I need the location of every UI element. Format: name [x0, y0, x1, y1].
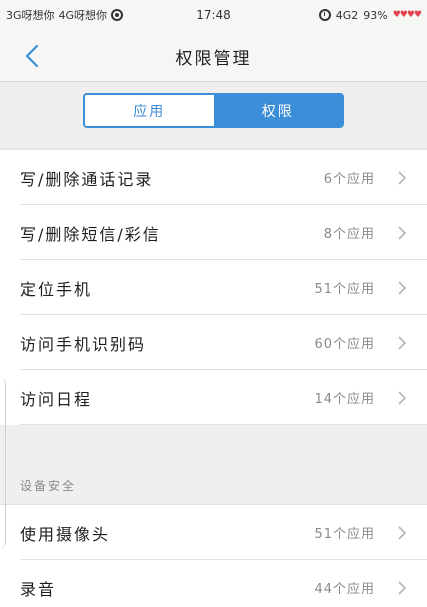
chevron-right-icon	[398, 390, 407, 405]
heart-battery-icon: ♥♥♥♥	[392, 10, 422, 20]
tab-apps[interactable]: 应用	[85, 95, 214, 126]
app-count: 14个应用	[314, 392, 375, 407]
app-count: 51个应用	[314, 282, 375, 297]
carrier-1: 3G呀想你	[6, 9, 55, 22]
app-header: 权限管理	[0, 30, 427, 82]
tab-permissions[interactable]: 权限	[213, 95, 342, 126]
app-count: 51个应用	[314, 527, 375, 542]
screen-edge-shadow	[0, 378, 6, 548]
app-count: 44个应用	[314, 582, 375, 597]
network-indicator: 4G2	[335, 8, 359, 22]
permission-row-device-id[interactable]: 访问手机识别码 60个应用	[0, 315, 427, 370]
permission-row-sms[interactable]: 写/删除短信/彩信 8个应用	[0, 205, 427, 260]
permission-label: 使用摄像头	[20, 524, 111, 544]
section-header-device-security: 设备安全	[0, 467, 427, 505]
permission-label: 定位手机	[20, 279, 93, 299]
permission-row-camera[interactable]: 使用摄像头 51个应用	[0, 505, 427, 560]
chevron-right-icon	[398, 280, 407, 295]
carrier-2: 4G呀想你	[58, 9, 108, 22]
chevron-right-icon	[398, 525, 407, 540]
chevron-right-icon	[398, 335, 407, 350]
permission-list: 写/删除通话记录 6个应用 写/删除短信/彩信 8个应用 定位手机 51个应用 …	[0, 150, 427, 607]
chevron-right-icon	[398, 170, 407, 185]
segmented-control: 应用 权限	[83, 93, 344, 128]
chevron-right-icon	[398, 225, 407, 240]
permission-row-calendar[interactable]: 访问日程 14个应用	[0, 370, 427, 425]
permission-label: 访问手机识别码	[20, 334, 147, 354]
section-spacer	[0, 425, 427, 467]
permission-row-location[interactable]: 定位手机 51个应用	[0, 260, 427, 315]
permission-label: 写/删除短信/彩信	[20, 224, 161, 244]
battery-level: 93%	[363, 8, 388, 22]
app-count: 8个应用	[323, 227, 375, 242]
permission-label: 录音	[20, 579, 57, 599]
permission-row-microphone[interactable]: 录音 44个应用	[0, 560, 427, 607]
alarm-icon	[318, 9, 331, 21]
permission-label: 写/删除通话记录	[20, 169, 154, 189]
permission-label: 访问日程	[20, 389, 93, 409]
status-bar: 3G呀想你 4G呀想你 17:48 4G2 93% ♥♥♥♥	[0, 0, 427, 30]
app-count: 6个应用	[323, 172, 375, 187]
page-title: 权限管理	[175, 49, 252, 69]
chevron-right-icon	[398, 580, 407, 595]
status-left: 3G呀想你 4G呀想你	[6, 7, 156, 23]
app-count: 60个应用	[314, 337, 375, 352]
status-right: 4G2 93% ♥♥♥♥	[318, 8, 422, 22]
sync-icon	[111, 9, 124, 21]
permission-row-call-log[interactable]: 写/删除通话记录 6个应用	[0, 150, 427, 205]
tab-bar: 应用 权限	[0, 82, 427, 148]
